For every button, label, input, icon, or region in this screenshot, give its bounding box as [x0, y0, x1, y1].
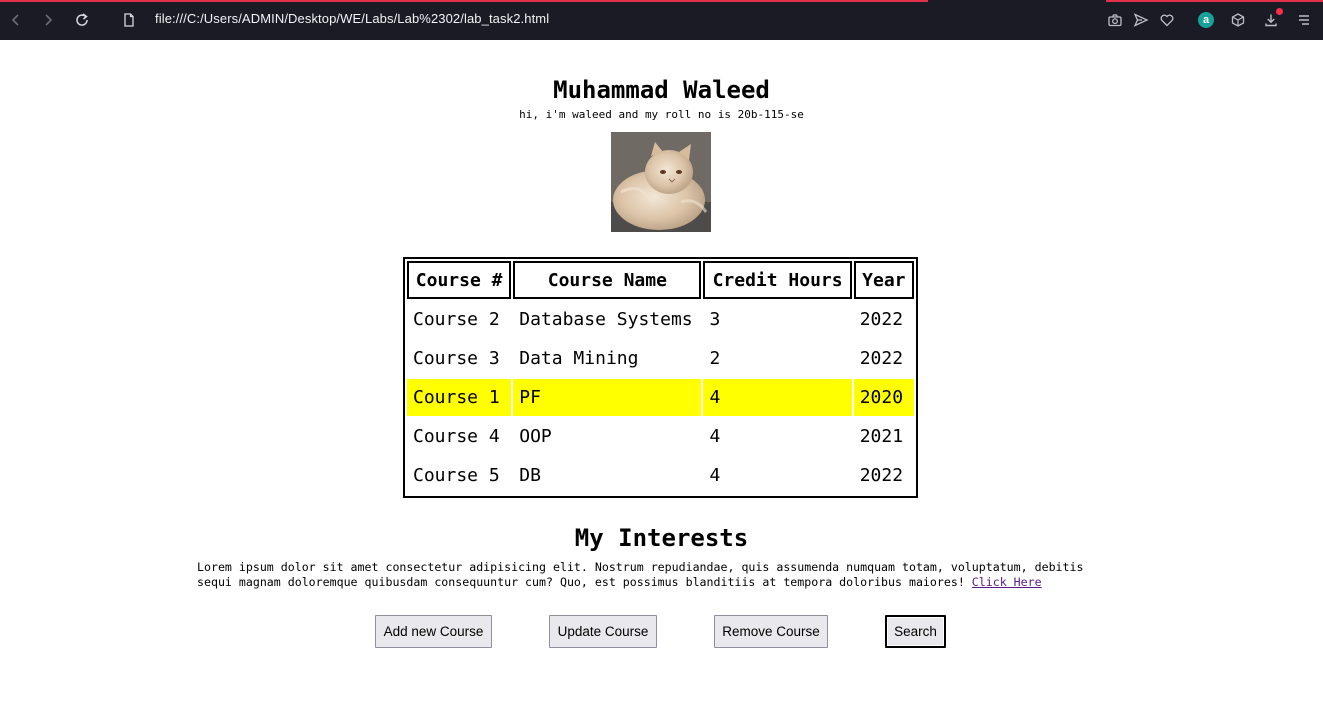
- cube-icon[interactable]: [1228, 10, 1248, 30]
- back-arrow-icon[interactable]: [6, 10, 26, 30]
- interests-heading: My Interests: [574, 524, 749, 552]
- table-cell: Course 2: [413, 309, 500, 330]
- heart-icon[interactable]: [1157, 10, 1177, 30]
- forward-arrow-icon[interactable]: [38, 10, 58, 30]
- download-icon[interactable]: [1261, 8, 1283, 30]
- column-header: Course #: [407, 261, 512, 299]
- tagline: hi, i'm waleed and my roll no is 20b-115…: [519, 108, 804, 121]
- table-row: Course 2 Database Systems 3 2022: [407, 301, 914, 338]
- remove-course-button[interactable]: Remove Course: [714, 615, 828, 648]
- page-load-progress-end: [1106, 0, 1323, 2]
- menu-icon[interactable]: [1294, 10, 1314, 30]
- table-cell: 4: [709, 426, 721, 447]
- account-avatar-icon[interactable]: a: [1196, 10, 1216, 30]
- table-cell: Data Mining: [519, 348, 639, 369]
- table-cell: PF: [513, 379, 702, 416]
- table-cell: OOP: [519, 426, 552, 447]
- reload-icon[interactable]: [72, 10, 92, 30]
- table-cell: 3: [709, 309, 721, 330]
- add-course-button[interactable]: Add new Course: [375, 615, 492, 648]
- page-content: Muhammad Waleed hi, i'm waleed and my ro…: [0, 40, 1323, 708]
- page-load-progress: [0, 0, 928, 2]
- table-row: Course 4 OOP 4 2021: [407, 418, 914, 455]
- paragraph-line-2: sequi magnam doloremque quibusdam conseq…: [197, 575, 972, 589]
- camera-icon[interactable]: [1105, 10, 1125, 30]
- table-row-highlighted: Course 1 PF 4 2020: [407, 379, 914, 416]
- paragraph-line-1: Lorem ipsum dolor sit amet consectetur a…: [197, 560, 1084, 574]
- table-cell: 2022: [859, 465, 904, 486]
- click-here-link[interactable]: Click Here: [972, 575, 1042, 589]
- notification-dot: [1276, 8, 1283, 15]
- table-cell: 2021: [859, 426, 904, 447]
- courses-table: Course # Course Name Credit Hours Year C…: [403, 257, 918, 498]
- table-cell: 2022: [859, 348, 904, 369]
- interests-paragraph: Lorem ipsum dolor sit amet consectetur a…: [197, 560, 1127, 590]
- table-cell: Course 3: [413, 348, 500, 369]
- table-cell: Course 5: [413, 465, 500, 486]
- table-row: Course 3 Data Mining 2 2022: [407, 340, 914, 377]
- table-cell: Database Systems: [519, 309, 693, 330]
- table-cell: 2: [709, 348, 721, 369]
- table-cell: Course 4: [413, 426, 500, 447]
- table-cell: DB: [519, 465, 541, 486]
- send-icon[interactable]: [1131, 10, 1151, 30]
- column-header: Credit Hours: [703, 261, 852, 299]
- address-bar[interactable]: file:///C:/Users/ADMIN/Desktop/WE/Labs/L…: [155, 11, 549, 26]
- table-cell: 4: [703, 379, 852, 416]
- cat-photo: [611, 132, 711, 232]
- table-header-row: Course # Course Name Credit Hours Year: [407, 261, 914, 299]
- page-file-icon: [119, 10, 139, 30]
- table-cell: Course 1: [407, 379, 512, 416]
- update-course-button[interactable]: Update Course: [549, 615, 657, 648]
- table-cell: 4: [709, 465, 721, 486]
- search-button[interactable]: Search: [885, 615, 946, 648]
- table-cell: 2022: [859, 309, 904, 330]
- table-cell: 2020: [853, 379, 914, 416]
- column-header: Year: [853, 261, 914, 299]
- column-header: Course Name: [513, 261, 702, 299]
- table-row: Course 5 DB 4 2022: [407, 457, 914, 494]
- browser-toolbar: file:///C:/Users/ADMIN/Desktop/WE/Labs/L…: [0, 0, 1323, 40]
- page-title: Muhammad Waleed: [553, 76, 770, 104]
